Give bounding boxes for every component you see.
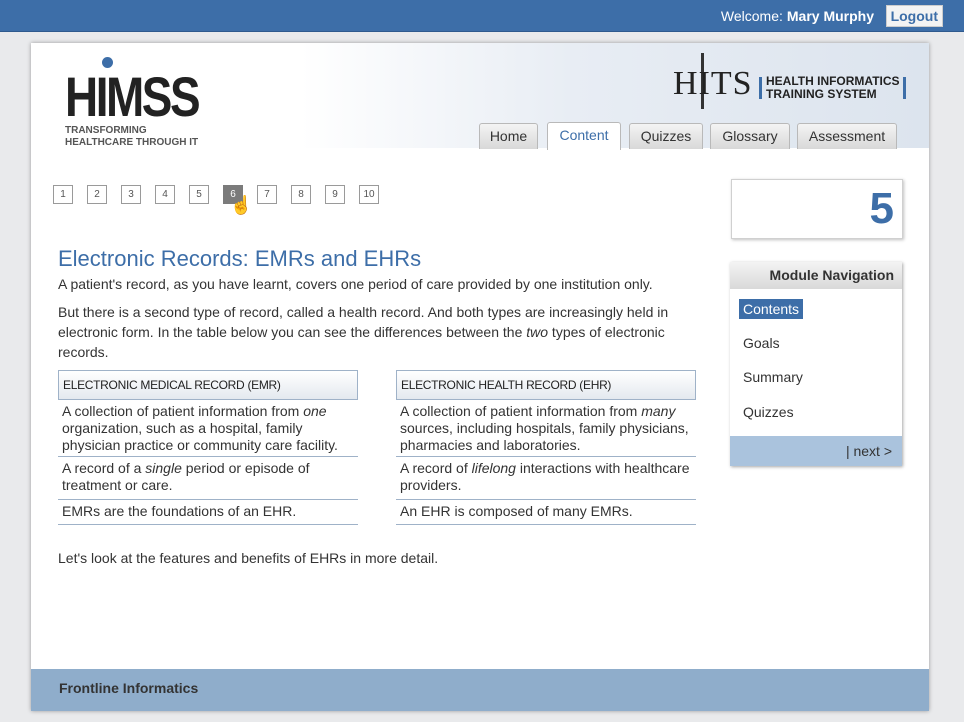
- welcome-label: Welcome:: [720, 8, 783, 24]
- para2-emphasis: two: [526, 324, 549, 340]
- emr-row-2: A record of a single period or episode o…: [58, 457, 358, 500]
- ehr-header: ELECTRONIC HEALTH RECORD (EHR): [396, 370, 696, 400]
- ehr-row-3: An EHR is composed of many EMRs.: [396, 500, 696, 525]
- footer-text: Frontline Informatics: [59, 680, 199, 696]
- module-nav-quizzes[interactable]: Quizzes: [739, 402, 798, 422]
- page-link-8[interactable]: 8: [291, 185, 311, 204]
- himss-logo: HIMSS TRANSFORMING HEALTHCARE THROUGH IT: [65, 57, 205, 149]
- emr-row-2-em: single: [145, 460, 182, 476]
- page-link-10[interactable]: 10: [359, 185, 379, 204]
- hits-divider-right: [903, 77, 906, 99]
- welcome-text: Welcome: Mary Murphy: [721, 8, 874, 24]
- ehr-row-1: A collection of patient information from…: [396, 400, 696, 457]
- page-link-4[interactable]: 4: [155, 185, 175, 204]
- user-name: Mary Murphy: [786, 8, 874, 24]
- module-navigation-title: Module Navigation: [730, 262, 902, 289]
- closing-paragraph: Let's look at the features and benefits …: [58, 550, 439, 566]
- hits-divider-left: [759, 77, 762, 99]
- top-bar: Welcome: Mary Murphy Logout: [0, 0, 964, 32]
- page-link-3[interactable]: 3: [121, 185, 141, 204]
- emr-row-1: A collection of patient information from…: [58, 400, 358, 457]
- logout-button[interactable]: Logout: [885, 5, 943, 27]
- emr-row-1-b: organization, such as a hospital, family…: [62, 420, 338, 453]
- page-title: Electronic Records: EMRs and EHRs: [58, 246, 422, 271]
- ehr-row-1-em: many: [641, 403, 676, 419]
- second-paragraph: But there is a second type of record, ca…: [58, 302, 698, 362]
- hits-line2: TRAINING SYSTEM: [766, 87, 877, 101]
- module-nav-goals[interactable]: Goals: [739, 333, 784, 353]
- page-link-7[interactable]: 7: [257, 185, 277, 204]
- module-nav-contents[interactable]: Contents: [739, 299, 804, 319]
- ehr-row-2-em: lifelong: [471, 460, 516, 476]
- module-nav-footer: | next >: [730, 436, 902, 466]
- page-counter: 5: [731, 179, 903, 239]
- tab-glossary[interactable]: Glossary: [710, 123, 790, 149]
- himss-logo-dot-icon: [102, 57, 113, 68]
- ehr-row-1-b: sources, including hospitals, family phy…: [400, 420, 689, 453]
- tab-home[interactable]: Home: [479, 123, 538, 149]
- emr-column: ELECTRONIC MEDICAL RECORD (EMR) A collec…: [58, 370, 358, 525]
- himss-tagline: TRANSFORMING HEALTHCARE THROUGH IT: [65, 125, 199, 148]
- module-navigation: Module Navigation Contents Goals Summary…: [730, 262, 902, 466]
- hits-logo-word: HITS: [673, 65, 753, 102]
- hand-cursor-icon: ☝: [230, 195, 253, 215]
- ehr-row-2: A record of lifelong interactions with h…: [396, 457, 696, 500]
- tab-assessment[interactable]: Assessment: [797, 123, 897, 149]
- ehr-row-2-a: A record of: [400, 460, 472, 476]
- himss-logo-word: HIMSS: [65, 65, 201, 128]
- emr-row-2-a: A record of a: [62, 460, 146, 476]
- emr-header: ELECTRONIC MEDICAL RECORD (EMR): [58, 370, 358, 400]
- page-link-5[interactable]: 5: [189, 185, 209, 204]
- module-nav-summary[interactable]: Summary: [739, 367, 807, 387]
- page-link-2[interactable]: 2: [87, 185, 107, 204]
- intro-paragraph: A patient's record, as you have learnt, …: [58, 276, 653, 292]
- page-link-1[interactable]: 1: [53, 185, 73, 204]
- emr-row-1-a: A collection of patient information from: [62, 403, 304, 419]
- tab-content[interactable]: Content: [547, 122, 621, 150]
- ehr-column: ELECTRONIC HEALTH RECORD (EHR) A collect…: [396, 370, 696, 525]
- page-link-9[interactable]: 9: [325, 185, 345, 204]
- emr-row-3: EMRs are the foundations of an EHR.: [58, 500, 358, 525]
- header: HIMSS TRANSFORMING HEALTHCARE THROUGH IT…: [31, 43, 929, 150]
- page-counter-value: 5: [869, 184, 894, 233]
- hits-logo: HITS HEALTH INFORMATICS TRAINING SYSTEM: [673, 53, 913, 113]
- page-footer: Frontline Informatics: [31, 669, 929, 711]
- hits-logo-text: HEALTH INFORMATICS TRAINING SYSTEM: [766, 75, 900, 101]
- main-frame: HIMSS TRANSFORMING HEALTHCARE THROUGH IT…: [31, 43, 929, 711]
- tab-quizzes[interactable]: Quizzes: [629, 123, 703, 149]
- ehr-row-1-a: A collection of patient information from: [400, 403, 642, 419]
- emr-row-1-em: one: [303, 403, 327, 419]
- next-link[interactable]: | next >: [846, 443, 892, 459]
